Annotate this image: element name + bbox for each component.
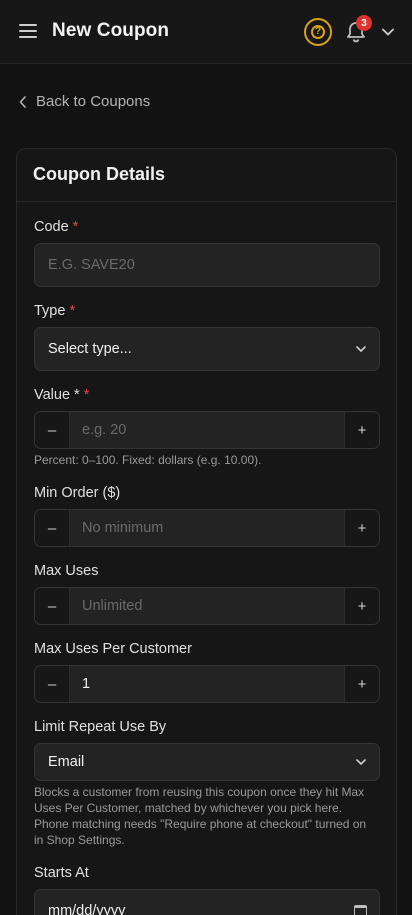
calendar-icon[interactable] xyxy=(354,904,367,915)
value-label: Value * * xyxy=(34,387,89,403)
notification-badge: 3 xyxy=(356,15,372,31)
max-uses-label: Max Uses xyxy=(34,563,99,579)
required-mark: * xyxy=(83,387,90,403)
limit-repeat-label: Limit Repeat Use By xyxy=(34,719,167,735)
type-label-text: Type xyxy=(34,303,66,319)
value-stepper: – e.g. 20 + xyxy=(34,411,380,449)
page-title: New Coupon xyxy=(52,20,170,41)
starts-at-label: Starts At xyxy=(34,865,89,881)
increment-button[interactable]: + xyxy=(344,588,379,624)
type-select-value: Select type... xyxy=(48,341,132,357)
chevron-down-icon xyxy=(356,759,366,765)
decrement-button[interactable]: – xyxy=(35,588,70,624)
code-input[interactable]: E.G. SAVE20 xyxy=(34,243,380,287)
required-mark: * xyxy=(69,303,76,319)
max-uses-per-customer-input[interactable]: 1 xyxy=(70,666,344,702)
max-uses-per-customer-stepper: – 1 + xyxy=(34,665,380,703)
limit-repeat-select-value: Email xyxy=(48,754,85,770)
max-uses-placeholder: Unlimited xyxy=(82,598,143,614)
back-to-coupons-link[interactable]: Back to Coupons xyxy=(18,93,150,110)
help-button[interactable]: ? xyxy=(304,18,332,46)
starts-at-value: mm/dd/yyyy xyxy=(48,903,126,915)
value-input[interactable]: e.g. 20 xyxy=(70,412,344,448)
coupon-details-card: Coupon Details Code * E.G. SAVE20 Type * S… xyxy=(16,148,397,915)
decrement-button[interactable]: – xyxy=(35,412,70,448)
value-help-text: Percent: 0–100. Fixed: dollars (e.g. 10.… xyxy=(34,453,262,467)
back-link-label: Back to Coupons xyxy=(36,93,151,110)
limit-repeat-help-text: Blocks a customer from reusing this coup… xyxy=(34,785,367,847)
card-title: Coupon Details xyxy=(17,149,396,202)
type-select[interactable]: Select type... xyxy=(34,327,380,371)
menu-icon[interactable] xyxy=(19,24,37,38)
question-icon: ? xyxy=(311,25,325,39)
value-label-text: Value * xyxy=(34,387,80,403)
max-uses-input[interactable]: Unlimited xyxy=(70,588,344,624)
limit-repeat-select[interactable]: Email xyxy=(34,743,380,781)
increment-button[interactable]: + xyxy=(344,510,379,546)
starts-at-input[interactable]: mm/dd/yyyy xyxy=(34,889,380,915)
chevron-down-icon xyxy=(356,346,366,352)
max-uses-per-customer-label: Max Uses Per Customer xyxy=(34,641,192,657)
min-order-input[interactable]: No minimum xyxy=(70,510,344,546)
min-order-placeholder: No minimum xyxy=(82,520,164,536)
decrement-button[interactable]: – xyxy=(35,666,70,702)
chevron-left-icon xyxy=(19,95,26,108)
chevron-down-icon[interactable] xyxy=(381,27,395,37)
max-uses-stepper: – Unlimited + xyxy=(34,587,380,625)
required-mark: * xyxy=(72,219,79,235)
value-placeholder: e.g. 20 xyxy=(82,422,127,438)
top-bar: New Coupon ? 3 xyxy=(0,0,412,64)
code-placeholder: E.G. SAVE20 xyxy=(48,257,135,273)
min-order-stepper: – No minimum + xyxy=(34,509,380,547)
increment-button[interactable]: + xyxy=(344,666,379,702)
increment-button[interactable]: + xyxy=(344,412,379,448)
min-order-label: Min Order ($) xyxy=(34,485,121,501)
decrement-button[interactable]: – xyxy=(35,510,70,546)
code-label: Code * xyxy=(34,219,78,235)
type-label: Type * xyxy=(34,303,75,319)
code-label-text: Code xyxy=(34,219,69,235)
